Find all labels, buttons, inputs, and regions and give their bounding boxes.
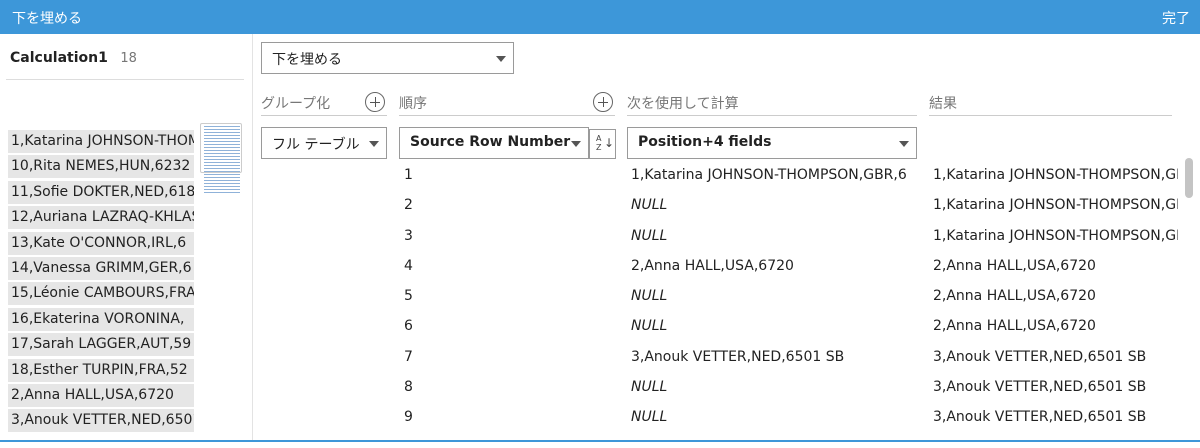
row-number: 7 bbox=[404, 349, 413, 365]
list-item[interactable]: 17,Sarah LAGGER,AUT,59 bbox=[8, 333, 194, 357]
calc-value: NULL bbox=[631, 379, 668, 395]
bottom-border bbox=[0, 440, 1200, 442]
table-row: 5 NULL 2,Anna HALL,USA,6720 bbox=[253, 288, 1200, 318]
list-item[interactable]: 12,Auriana LAZRAQ-KHLASS bbox=[8, 206, 194, 230]
row-number: 3 bbox=[404, 228, 413, 244]
result-value: 1,Katarina JOHNSON-THOMPSON,GBR,6 bbox=[933, 197, 1178, 213]
row-number: 4 bbox=[404, 258, 413, 274]
group-column-header: グループ化 bbox=[261, 96, 331, 112]
chevron-down-icon bbox=[899, 141, 909, 147]
table-row: 9 NULL 3,Anouk VETTER,NED,6501 SB bbox=[253, 409, 1200, 439]
list-item[interactable]: 15,Léonie CAMBOURS,FRA bbox=[8, 282, 194, 306]
list-item[interactable]: 14,Vanessa GRIMM,GER,6 bbox=[8, 256, 194, 280]
list-item[interactable]: 10,Rita NEMES,HUN,6232 bbox=[8, 155, 194, 179]
result-value: 2,Anna HALL,USA,6720 bbox=[933, 318, 1096, 334]
result-value: 3,Anouk VETTER,NED,6501 SB bbox=[933, 349, 1147, 365]
method-dropdown-label: 下を埋める bbox=[272, 52, 342, 68]
field-values-panel: Calculation1 18 1,Katarina JOHNSON-THOMP… bbox=[0, 34, 253, 442]
add-group-icon[interactable] bbox=[365, 92, 385, 112]
table-row: 2 NULL 1,Katarina JOHNSON-THOMPSON,GBR,6 bbox=[253, 197, 1200, 227]
add-order-icon[interactable] bbox=[593, 92, 613, 112]
divider bbox=[929, 115, 1172, 116]
result-value: 2,Anna HALL,USA,6720 bbox=[933, 258, 1096, 274]
title-bar: 下を埋める 完了 bbox=[0, 0, 1200, 34]
result-value: 1,Katarina JOHNSON-THOMPSON,GBR,6 bbox=[933, 167, 1178, 183]
row-number: 8 bbox=[404, 379, 413, 395]
divider bbox=[627, 115, 917, 116]
method-dropdown[interactable]: 下を埋める bbox=[261, 42, 514, 74]
sort-ascending-button[interactable]: AZ ↓ bbox=[589, 129, 616, 159]
calc-value: NULL bbox=[631, 197, 668, 213]
calc-value: NULL bbox=[631, 228, 668, 244]
divider bbox=[6, 79, 244, 80]
calc-field-dropdown-label: Position+4 fields bbox=[638, 134, 772, 150]
chevron-down-icon bbox=[369, 141, 379, 147]
list-item[interactable]: 3,Anouk VETTER,NED,6501 bbox=[8, 409, 194, 433]
list-item[interactable]: 1,Katarina JOHNSON-THOMPSON,GBR,6 bbox=[8, 130, 194, 153]
order-dropdown-label: Source Row Number bbox=[410, 134, 571, 150]
value-list: 1,Katarina JOHNSON-THOMPSON,GBR,6 10,Rit… bbox=[8, 130, 194, 435]
row-number: 1 bbox=[404, 167, 413, 183]
chevron-down-icon bbox=[571, 141, 581, 147]
row-number: 5 bbox=[404, 288, 413, 304]
calc-value: 3,Anouk VETTER,NED,6501 SB bbox=[631, 349, 845, 365]
list-item[interactable]: 18,Esther TURPIN,FRA,52 bbox=[8, 358, 194, 382]
table-row: 1 1,Katarina JOHNSON-THOMPSON,GBR,6 1,Ka… bbox=[253, 167, 1200, 197]
list-item[interactable]: 11,Sofie DOKTER,NED,6180 bbox=[8, 180, 194, 204]
compute-column-header: 次を使用して計算 bbox=[627, 96, 739, 112]
calc-value: 2,Anna HALL,USA,6720 bbox=[631, 258, 794, 274]
chevron-down-icon bbox=[496, 56, 506, 62]
field-name: Calculation1 bbox=[10, 50, 108, 66]
table-row: 6 NULL 2,Anna HALL,USA,6720 bbox=[253, 318, 1200, 348]
list-item[interactable]: 2,Anna HALL,USA,6720 bbox=[8, 383, 194, 407]
table-row: 8 NULL 3,Anouk VETTER,NED,6501 SB bbox=[253, 379, 1200, 409]
arrow-down-icon: ↓ bbox=[604, 136, 615, 150]
result-value: 2,Anna HALL,USA,6720 bbox=[933, 288, 1096, 304]
group-dropdown[interactable]: フル テーブル bbox=[261, 127, 387, 159]
dialog-title: 下を埋める bbox=[12, 11, 82, 27]
vertical-scrollbar[interactable] bbox=[1185, 158, 1193, 198]
calc-field-dropdown[interactable]: Position+4 fields bbox=[627, 127, 917, 159]
result-value: 3,Anouk VETTER,NED,6501 SB bbox=[933, 409, 1147, 425]
row-number: 6 bbox=[404, 318, 413, 334]
result-value: 1,Katarina JOHNSON-THOMPSON,GBR,6 bbox=[933, 228, 1178, 244]
order-dropdown[interactable]: Source Row Number bbox=[399, 127, 589, 159]
order-column-header: 順序 bbox=[399, 96, 427, 112]
divider bbox=[261, 115, 387, 116]
table-row: 7 3,Anouk VETTER,NED,6501 SB 3,Anouk VET… bbox=[253, 349, 1200, 379]
field-count: 18 bbox=[120, 51, 137, 66]
result-value: 3,Anouk VETTER,NED,6501 SB bbox=[933, 379, 1147, 395]
row-number: 9 bbox=[404, 409, 413, 425]
list-item[interactable]: 13,Kate O'CONNOR,IRL,6 bbox=[8, 231, 194, 255]
overview-histogram bbox=[204, 126, 240, 196]
result-column-header: 結果 bbox=[929, 96, 957, 112]
field-header: Calculation1 18 bbox=[10, 50, 137, 66]
group-dropdown-label: フル テーブル bbox=[272, 137, 360, 153]
calc-value: NULL bbox=[631, 318, 668, 334]
calc-value: NULL bbox=[631, 288, 668, 304]
calc-value: 1,Katarina JOHNSON-THOMPSON,GBR,6 bbox=[631, 167, 907, 183]
divider bbox=[399, 115, 615, 116]
table-row: 4 2,Anna HALL,USA,6720 2,Anna HALL,USA,6… bbox=[253, 258, 1200, 288]
sort-az-icon: AZ bbox=[596, 134, 602, 152]
list-item[interactable]: 16,Ekaterina VORONINA, bbox=[8, 307, 194, 331]
done-button[interactable]: 完了 bbox=[1162, 8, 1190, 28]
row-number: 2 bbox=[404, 197, 413, 213]
table-row: 3 NULL 1,Katarina JOHNSON-THOMPSON,GBR,6 bbox=[253, 228, 1200, 258]
calc-value: NULL bbox=[631, 409, 668, 425]
